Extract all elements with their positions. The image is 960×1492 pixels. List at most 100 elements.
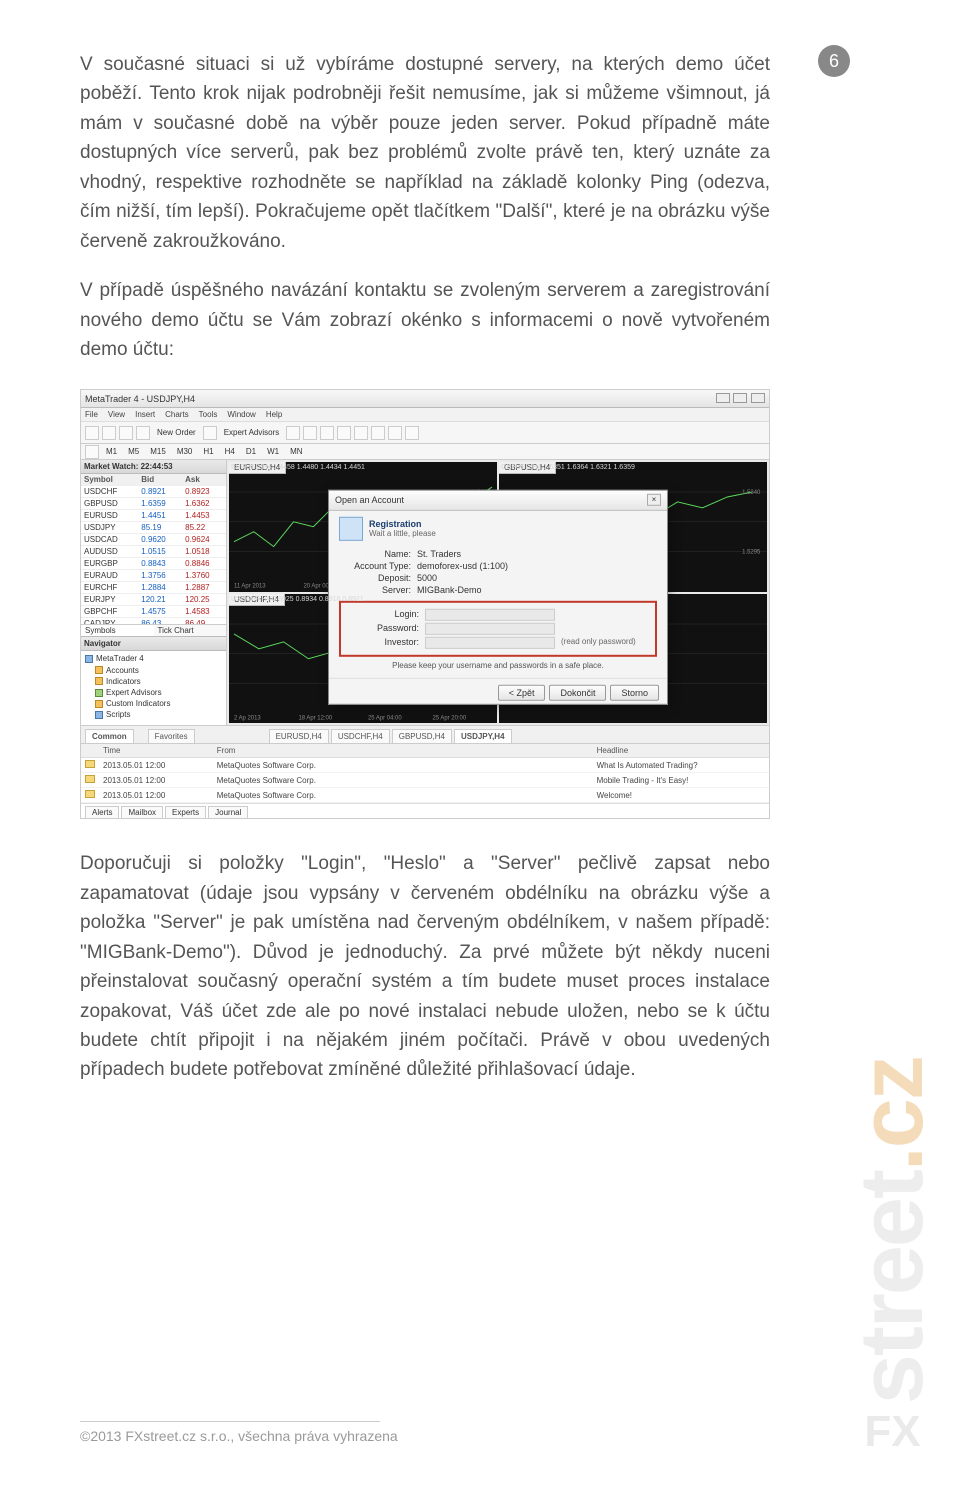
mw-col-symbol[interactable]: Symbol (81, 474, 138, 486)
toolbar-button[interactable] (136, 426, 150, 440)
paragraph-1: V současné situaci si už vybíráme dostup… (80, 50, 770, 256)
chart-tab-eurusd[interactable]: EURUSD,H4 (269, 729, 329, 743)
svg-text:1.5340: 1.5340 (742, 490, 761, 496)
chart-tab-usdjpy[interactable]: USDJPY,H4 (454, 729, 512, 743)
minimize-icon[interactable] (716, 393, 730, 403)
chart-area[interactable]: EURUSD,H4 1.4458 1.4480 1.4434 1.4451 1.… (227, 460, 769, 725)
tf-m15[interactable]: M15 (146, 447, 170, 456)
toolbar-button[interactable] (320, 426, 334, 440)
terminal-tab-alerts[interactable]: Alerts (85, 806, 119, 819)
toolbar-button[interactable] (405, 426, 419, 440)
mw-tab-symbols[interactable]: Symbols (81, 625, 154, 636)
menu-insert[interactable]: Insert (135, 410, 155, 419)
tf-h4[interactable]: H4 (221, 447, 239, 456)
mw-row[interactable]: USDCHF0.89210.8923 (81, 486, 226, 498)
nav-item[interactable]: Custom Indicators (106, 698, 170, 709)
toolbar-button[interactable] (203, 426, 217, 440)
mw-tab-tick[interactable]: Tick Chart (154, 625, 227, 636)
mw-row[interactable]: EURJPY120.21120.25 (81, 594, 226, 606)
menu-help[interactable]: Help (266, 410, 282, 419)
toolbar-button[interactable] (102, 426, 116, 440)
terminal-row[interactable]: 2013.05.01 12:00MetaQuotes Software Corp… (81, 773, 769, 788)
folder-icon (95, 677, 103, 685)
mw-row[interactable]: EURCHF1.28841.2887 (81, 582, 226, 594)
terminal-row[interactable]: 2013.05.01 12:00MetaQuotes Software Corp… (81, 788, 769, 803)
dialog-titlebar: Open an Account × (329, 491, 667, 511)
mw-row[interactable]: EURGBP0.88430.8846 (81, 558, 226, 570)
mw-row[interactable]: USDCAD0.96200.9624 (81, 534, 226, 546)
terminal-row[interactable]: 2013.05.01 12:00MetaQuotes Software Corp… (81, 758, 769, 773)
mw-row[interactable]: GBPCHF1.45751.4583 (81, 606, 226, 618)
investor-hint: (read only password) (561, 637, 636, 649)
toolbar-button[interactable] (337, 426, 351, 440)
tf-m30[interactable]: M30 (173, 447, 197, 456)
terminal[interactable]: Time From Headline 2013.05.01 12:00MetaQ… (81, 743, 769, 819)
finish-button[interactable]: Dokončit (549, 685, 606, 701)
col-headline[interactable]: Headline (593, 744, 769, 758)
chart-info: EURUSD,H4 1.4458 1.4480 1.4434 1.4451 (231, 464, 365, 471)
new-order-button[interactable]: New Order (153, 428, 200, 437)
toolbar[interactable]: New Order Expert Advisors (81, 422, 769, 444)
chart-info: USDCHF,H4 0.8925 0.8934 0.8916 0.8921 (231, 596, 364, 603)
navigator-tree[interactable]: MetaTrader 4 Accounts Indicators Expert … (81, 651, 226, 725)
nav-item[interactable]: Expert Advisors (106, 687, 162, 698)
nav-item[interactable]: Indicators (106, 676, 141, 687)
tf-m1[interactable]: M1 (102, 447, 121, 456)
cancel-button[interactable]: Storno (610, 685, 659, 701)
tf-d1[interactable]: D1 (242, 447, 260, 456)
toolbar-button[interactable] (119, 426, 133, 440)
folder-icon (95, 666, 103, 674)
mw-row[interactable]: USDJPY85.1985.22 (81, 522, 226, 534)
toolbar-button[interactable] (371, 426, 385, 440)
terminal-tab-mailbox[interactable]: Mailbox (121, 806, 163, 819)
tab-favorites[interactable]: Favorites (148, 729, 195, 743)
close-icon[interactable]: × (647, 494, 661, 506)
menu-tools[interactable]: Tools (199, 410, 218, 419)
mw-row[interactable]: EURUSD1.44511.4453 (81, 510, 226, 522)
mw-row[interactable]: EURAUD1.37561.3760 (81, 570, 226, 582)
toolbar-button[interactable] (303, 426, 317, 440)
toolbar-button[interactable] (286, 426, 300, 440)
toolbar-button[interactable] (388, 426, 402, 440)
tf-w1[interactable]: W1 (263, 447, 283, 456)
market-watch-table[interactable]: Symbol Bid Ask USDCHF0.89210.8923GBPUSD1… (81, 474, 226, 624)
menu-window[interactable]: Window (227, 410, 255, 419)
col-from[interactable]: From (213, 744, 386, 758)
investor-value (425, 637, 555, 649)
toolbar-button[interactable] (354, 426, 368, 440)
toolbar-button[interactable] (85, 426, 99, 440)
chart-tab-gbpusd[interactable]: GBPUSD,H4 (392, 729, 452, 743)
toolbar-2[interactable]: M1 M5 M15 M30 H1 H4 D1 W1 MN (81, 444, 769, 460)
login-label: Login: (347, 609, 425, 621)
terminal-tab-journal[interactable]: Journal (208, 806, 248, 819)
svg-text:11 Apr 2013: 11 Apr 2013 (234, 584, 266, 590)
nav-item[interactable]: Accounts (106, 665, 139, 676)
maximize-icon[interactable] (733, 393, 747, 403)
tf-m5[interactable]: M5 (124, 447, 143, 456)
tf-mn[interactable]: MN (286, 447, 306, 456)
toolbar-button[interactable] (85, 445, 99, 459)
back-button[interactable]: < Zpět (498, 685, 546, 701)
close-icon[interactable] (751, 393, 765, 403)
nav-item[interactable]: Scripts (106, 709, 130, 720)
menu-view[interactable]: View (108, 410, 125, 419)
chart-tab-usdchf[interactable]: USDCHF,H4 (331, 729, 390, 743)
expert-advisors-button[interactable]: Expert Advisors (220, 428, 284, 437)
svg-text:18 Apr 12:00: 18 Apr 12:00 (298, 715, 332, 721)
chart-tabs[interactable]: Common Favorites EURUSD,H4 USDCHF,H4 GBP… (81, 725, 769, 743)
mw-row[interactable]: GBPUSD1.63591.6362 (81, 498, 226, 510)
mw-col-ask[interactable]: Ask (182, 474, 226, 486)
open-account-dialog: Open an Account × Registration Wait a li… (328, 490, 668, 705)
col-time[interactable]: Time (99, 744, 213, 758)
tf-h1[interactable]: H1 (199, 447, 217, 456)
paragraph-3: Doporučuji si položky "Login", "Heslo" a… (80, 849, 770, 1085)
terminal-tab-experts[interactable]: Experts (165, 806, 206, 819)
tab-common[interactable]: Common (85, 729, 134, 743)
menu-charts[interactable]: Charts (165, 410, 189, 419)
menu-file[interactable]: File (85, 410, 98, 419)
nav-item[interactable]: MetaTrader 4 (96, 653, 144, 664)
mw-col-bid[interactable]: Bid (138, 474, 182, 486)
window-controls[interactable] (715, 393, 765, 405)
mw-row[interactable]: AUDUSD1.05151.0518 (81, 546, 226, 558)
menubar[interactable]: File View Insert Charts Tools Window Hel… (81, 408, 769, 422)
